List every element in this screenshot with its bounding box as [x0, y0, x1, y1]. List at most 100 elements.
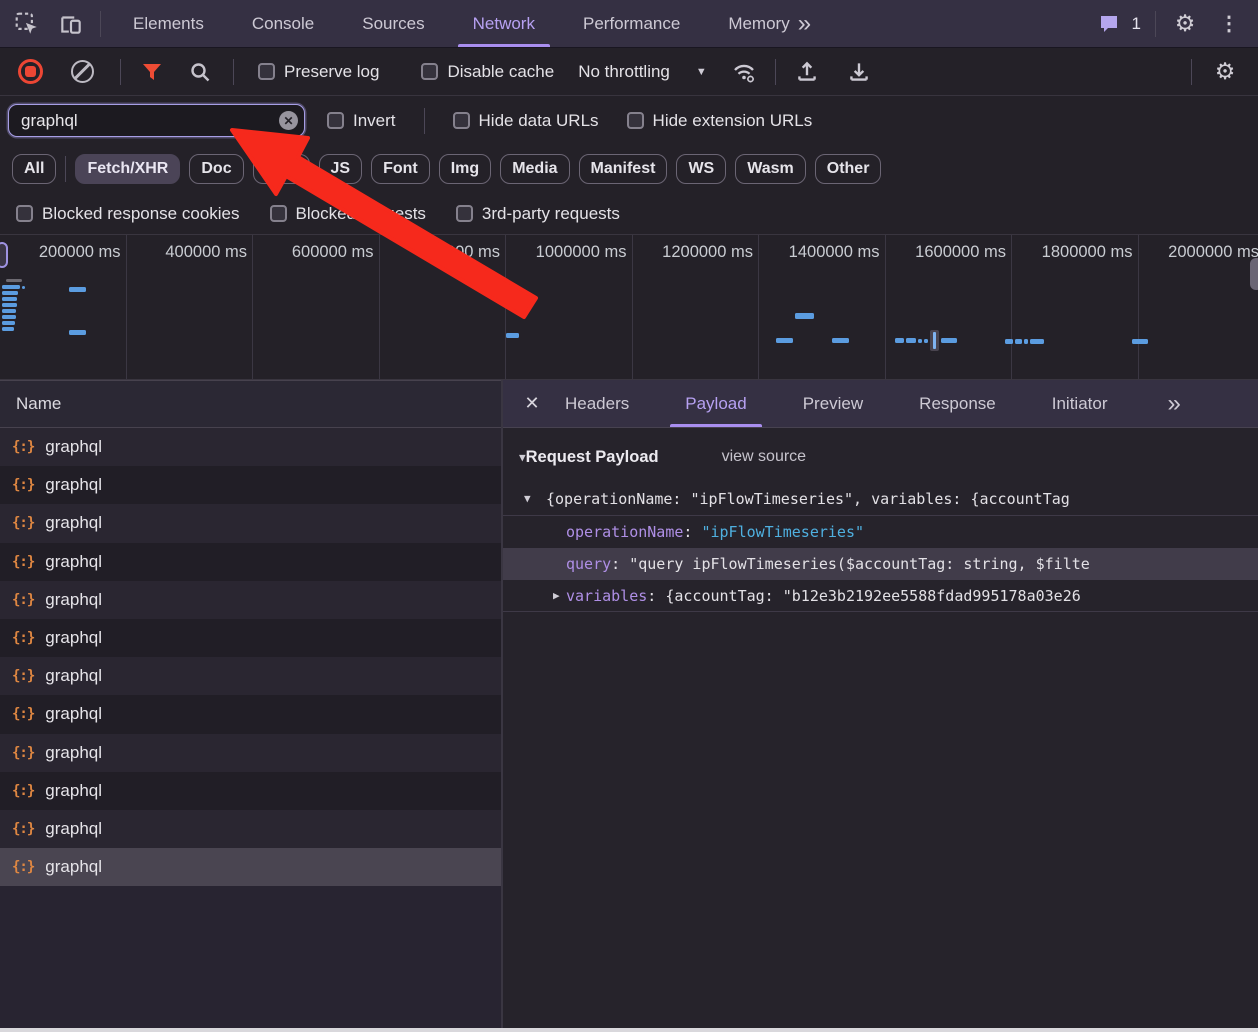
- fetch-xhr-type-icon: {:}: [12, 783, 34, 799]
- expanded-arrow-icon[interactable]: ▼: [524, 492, 537, 505]
- kebab-menu-icon[interactable]: ⋮: [1214, 9, 1244, 39]
- settings-gear-icon[interactable]: ⚙: [1170, 9, 1200, 39]
- request-row[interactable]: {:}graphql: [0, 466, 501, 504]
- waterfall-bar: [1030, 339, 1044, 344]
- payload-summary-text: {operationName: "ipFlowTimeseries", vari…: [546, 490, 1070, 508]
- name-column-header[interactable]: Name: [0, 380, 501, 428]
- request-row[interactable]: {:}graphql: [0, 504, 501, 542]
- record-network-log-button[interactable]: [18, 59, 43, 84]
- waterfall-bar: [795, 313, 814, 319]
- fetch-xhr-type-icon: {:}: [12, 630, 34, 646]
- device-toolbar-icon[interactable]: [56, 9, 86, 39]
- request-row[interactable]: {:}graphql: [0, 810, 501, 848]
- checkbox-box-icon: [270, 205, 287, 222]
- request-row[interactable]: {:}graphql: [0, 619, 501, 657]
- details-tab-headers[interactable]: Headers: [563, 380, 631, 427]
- chip-manifest[interactable]: Manifest: [579, 154, 668, 184]
- chip-fetch-xhr[interactable]: Fetch/XHR: [75, 154, 180, 184]
- details-tab-initiator[interactable]: Initiator: [1050, 380, 1110, 427]
- payload-row-variables[interactable]: ▶variables: {accountTag: "b12e3b2192ee55…: [503, 580, 1258, 612]
- details-tab-payload[interactable]: Payload: [683, 380, 748, 427]
- clear-filter-icon[interactable]: ✕: [279, 111, 298, 130]
- request-row[interactable]: {:}graphql: [0, 734, 501, 772]
- tab-elements[interactable]: Elements: [131, 0, 206, 47]
- clear-network-log-icon[interactable]: [71, 60, 94, 83]
- timeline-tick-label: 1600000 ms: [915, 243, 1006, 262]
- checkbox-blocked-response-cookies[interactable]: Blocked response cookies: [16, 204, 240, 224]
- checkbox-blocked-requests[interactable]: Blocked requests: [270, 204, 426, 224]
- waterfall-bar: [906, 338, 916, 343]
- tab-memory[interactable]: Memory: [726, 0, 791, 47]
- waterfall-bar: [776, 338, 793, 343]
- search-icon[interactable]: [185, 57, 215, 87]
- timeline-column: 1600000 ms: [886, 235, 1013, 380]
- details-tabbar: ✕ Headers Payload Preview Response Initiator…: [503, 380, 1258, 428]
- payload-row-operationname[interactable]: operationName: "ipFlowTimeseries": [503, 516, 1258, 548]
- tab-network[interactable]: Network: [471, 0, 537, 47]
- chip-css[interactable]: CSS: [253, 154, 310, 184]
- collapsed-arrow-icon[interactable]: ▶: [553, 589, 566, 602]
- filter-funnel-icon[interactable]: [137, 57, 167, 87]
- checkbox-hide-extension-urls[interactable]: Hide extension URLs: [627, 111, 813, 131]
- details-tab-preview[interactable]: Preview: [801, 380, 865, 427]
- request-row[interactable]: {:}graphql: [0, 848, 501, 886]
- payload-value: "ipFlowTimeseries": [701, 523, 864, 541]
- devtools-window: Elements Console Sources Network Performance…: [0, 0, 1258, 1032]
- chip-ws[interactable]: WS: [676, 154, 726, 184]
- tab-performance[interactable]: Performance: [581, 0, 682, 47]
- issues-count[interactable]: 1: [1132, 14, 1141, 34]
- details-more-tabs-icon[interactable]: »: [1167, 390, 1178, 418]
- checkbox-invert[interactable]: Invert: [327, 111, 396, 131]
- requests-panel: Name {:}graphql{:}graphql{:}graphql{:}gr…: [0, 380, 501, 1028]
- toolbar-separator: [1191, 59, 1192, 85]
- network-conditions-icon[interactable]: [729, 57, 759, 87]
- export-har-icon[interactable]: [844, 57, 874, 87]
- request-row[interactable]: {:}graphql: [0, 428, 501, 466]
- chip-wasm[interactable]: Wasm: [735, 154, 806, 184]
- chip-all[interactable]: All: [12, 154, 56, 184]
- chip-doc[interactable]: Doc: [189, 154, 243, 184]
- tab-console[interactable]: Console: [250, 0, 316, 47]
- throttling-value: No throttling: [578, 62, 670, 82]
- payload-key: operationName: [566, 523, 683, 541]
- network-settings-gear-icon[interactable]: ⚙: [1210, 57, 1240, 87]
- checkbox-preserve-log[interactable]: Preserve log: [258, 62, 379, 82]
- payload-summary-row[interactable]: ▼ {operationName: "ipFlowTimeseries", var…: [503, 482, 1258, 516]
- payload-row-query[interactable]: query: "query ipFlowTimeseries($accountT…: [503, 548, 1258, 580]
- request-row[interactable]: {:}graphql: [0, 581, 501, 619]
- checkbox-disable-cache[interactable]: Disable cache: [421, 62, 554, 82]
- section-expanded-icon[interactable]: ▼: [519, 451, 526, 464]
- checkbox-label: Hide extension URLs: [653, 111, 813, 131]
- waterfall-bar: [69, 330, 86, 335]
- checkbox-3rd-party-requests[interactable]: 3rd-party requests: [456, 204, 620, 224]
- timeline-column: 1800000 ms: [1012, 235, 1139, 380]
- waterfall-bar: [2, 327, 14, 331]
- request-row[interactable]: {:}graphql: [0, 543, 501, 581]
- request-row[interactable]: {:}graphql: [0, 695, 501, 733]
- toolbar-separator: [424, 108, 425, 134]
- waterfall-bar: [69, 287, 86, 292]
- checkbox-hide-data-urls[interactable]: Hide data URLs: [453, 111, 599, 131]
- issues-message-icon[interactable]: [1094, 9, 1124, 39]
- request-row[interactable]: {:}graphql: [0, 772, 501, 810]
- chip-js[interactable]: JS: [319, 154, 363, 184]
- chip-other[interactable]: Other: [815, 154, 882, 184]
- view-source-link[interactable]: view source: [722, 448, 806, 466]
- details-tab-response[interactable]: Response: [917, 380, 998, 427]
- network-main-area: Name {:}graphql{:}graphql{:}graphql{:}gr…: [0, 380, 1258, 1028]
- close-details-icon[interactable]: ✕: [515, 393, 549, 414]
- network-overview-timeline[interactable]: 200000 ms400000 ms600000 ms800000 ms1000…: [0, 235, 1258, 380]
- request-name: graphql: [45, 743, 102, 763]
- chip-img[interactable]: Img: [439, 154, 491, 184]
- more-tabs-icon[interactable]: »: [798, 10, 809, 38]
- panel-tabs: Elements Console Sources Network Performance…: [131, 0, 792, 47]
- inspect-element-icon[interactable]: [12, 9, 42, 39]
- filter-input[interactable]: [8, 104, 305, 137]
- chip-media[interactable]: Media: [500, 154, 569, 184]
- devtools-main-tabbar: Elements Console Sources Network Performance…: [0, 0, 1258, 48]
- throttling-select[interactable]: No throttling ▼: [578, 62, 707, 82]
- tab-sources[interactable]: Sources: [360, 0, 426, 47]
- chip-font[interactable]: Font: [371, 154, 430, 184]
- request-row[interactable]: {:}graphql: [0, 657, 501, 695]
- import-har-icon[interactable]: [792, 57, 822, 87]
